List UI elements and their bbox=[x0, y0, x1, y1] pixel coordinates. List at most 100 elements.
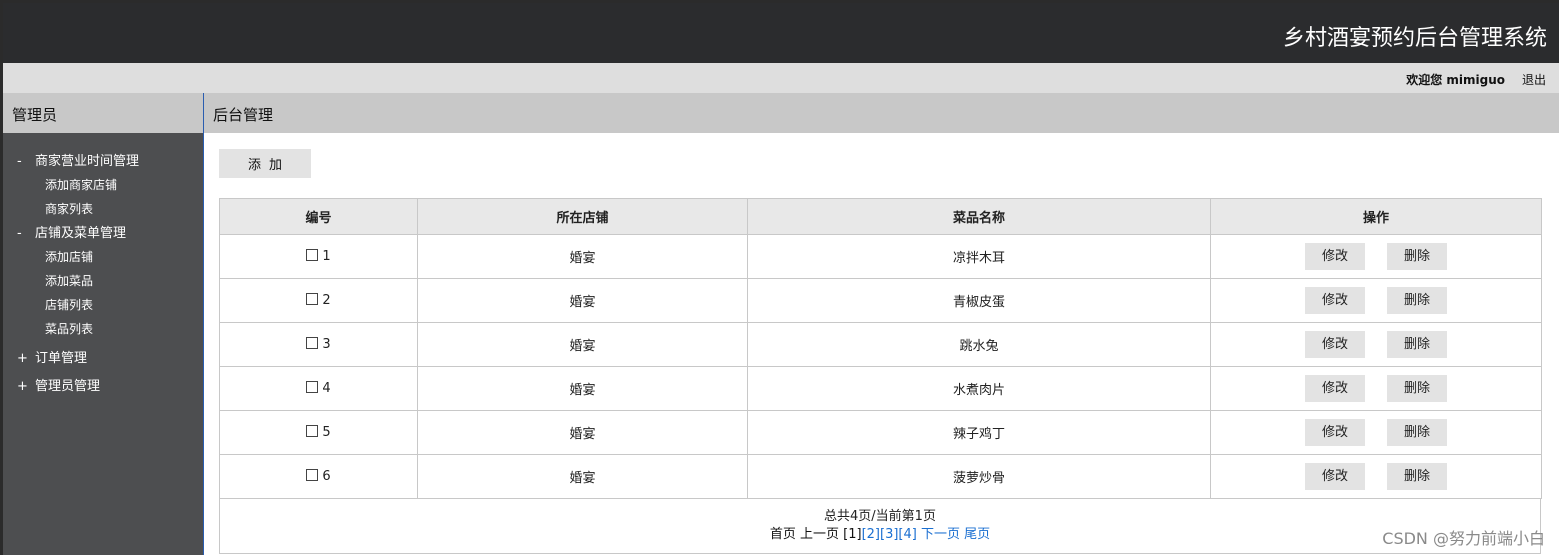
shop-cell: 婚宴 bbox=[417, 278, 748, 323]
shop-cell: 婚宴 bbox=[417, 410, 748, 455]
menu-group-orders[interactable]: + 订单管理 bbox=[3, 345, 203, 373]
row-id: 2 bbox=[322, 293, 331, 308]
edit-button[interactable]: 修改 bbox=[1305, 331, 1365, 358]
first-page-link[interactable]: 首页 bbox=[770, 527, 796, 542]
menu-group-label: 订单管理 bbox=[35, 351, 88, 366]
page-link-2[interactable]: [2] bbox=[862, 527, 880, 542]
delete-button[interactable]: 删除 bbox=[1387, 243, 1447, 270]
id-cell: 4 bbox=[219, 366, 418, 411]
dish-table: 编号 所在店铺 菜品名称 操作 1 婚宴 凉拌木耳 修改 删除 2 婚宴 青椒皮蛋… bbox=[219, 198, 1542, 499]
row-checkbox[interactable] bbox=[306, 337, 319, 349]
id-cell: 3 bbox=[219, 322, 418, 367]
sidebar-item-shop-list[interactable]: 店铺列表 bbox=[3, 297, 203, 321]
row-checkbox[interactable] bbox=[306, 425, 319, 437]
actions-cell: 修改 删除 bbox=[1210, 278, 1542, 323]
delete-button[interactable]: 删除 bbox=[1387, 331, 1447, 358]
table-row: 6 婚宴 菠萝炒骨 修改 删除 bbox=[219, 454, 1542, 499]
column-header-dish: 菜品名称 bbox=[747, 198, 1211, 235]
main-heading: 后台管理 bbox=[204, 93, 1559, 133]
dish-cell: 青椒皮蛋 bbox=[747, 278, 1211, 323]
current-page: [1] bbox=[843, 527, 862, 542]
edit-button[interactable]: 修改 bbox=[1305, 375, 1365, 402]
table-row: 1 婚宴 凉拌木耳 修改 删除 bbox=[219, 234, 1542, 279]
sidebar-item-merchant-list[interactable]: 商家列表 bbox=[3, 201, 203, 225]
collapse-icon: - bbox=[17, 154, 22, 169]
row-checkbox[interactable] bbox=[306, 293, 319, 305]
shop-cell: 婚宴 bbox=[417, 322, 748, 367]
menu-group-merchant-hours[interactable]: - 商家营业时间管理 bbox=[3, 153, 203, 177]
expand-icon: + bbox=[17, 379, 28, 394]
column-header-shop: 所在店铺 bbox=[417, 198, 748, 235]
edit-button[interactable]: 修改 bbox=[1305, 419, 1365, 446]
actions-cell: 修改 删除 bbox=[1210, 322, 1542, 367]
add-button[interactable]: 添加 bbox=[219, 149, 311, 178]
menu-group-label: 商家营业时间管理 bbox=[35, 154, 140, 169]
menu-group-admins[interactable]: + 管理员管理 bbox=[3, 373, 203, 401]
edit-button[interactable]: 修改 bbox=[1305, 287, 1365, 314]
sidebar: 管理员 - 商家营业时间管理 添加商家店铺 商家列表 - 店铺及菜单管理 添加店铺 … bbox=[3, 93, 203, 555]
id-cell: 5 bbox=[219, 410, 418, 455]
menu-group-shop-menu[interactable]: - 店铺及菜单管理 bbox=[3, 225, 203, 249]
table-row: 2 婚宴 青椒皮蛋 修改 删除 bbox=[219, 278, 1542, 323]
row-id: 5 bbox=[322, 425, 331, 440]
actions-cell: 修改 删除 bbox=[1210, 454, 1542, 499]
row-id: 1 bbox=[322, 249, 331, 264]
pagination-summary: 总共4页/当前第1页 bbox=[824, 509, 936, 524]
dish-cell: 跳水兔 bbox=[747, 322, 1211, 367]
table-row: 4 婚宴 水煮肉片 修改 删除 bbox=[219, 366, 1542, 411]
delete-button[interactable]: 删除 bbox=[1387, 375, 1447, 402]
id-cell: 2 bbox=[219, 278, 418, 323]
edit-button[interactable]: 修改 bbox=[1305, 463, 1365, 490]
pagination: 总共4页/当前第1页 首页 上一页 [1][2][3][4] 下一页 尾页 bbox=[219, 498, 1541, 554]
sidebar-menu: - 商家营业时间管理 添加商家店铺 商家列表 - 店铺及菜单管理 添加店铺 添加菜品… bbox=[3, 133, 203, 401]
main-content: 后台管理 添加 编号 所在店铺 菜品名称 操作 1 婚宴 凉拌木耳 修改 删除 2… bbox=[204, 93, 1559, 555]
user-bar: 欢迎您 mimiguo 退出 bbox=[3, 63, 1559, 93]
table-row: 5 婚宴 辣子鸡丁 修改 删除 bbox=[219, 410, 1542, 455]
dish-cell: 菠萝炒骨 bbox=[747, 454, 1211, 499]
delete-button[interactable]: 删除 bbox=[1387, 419, 1447, 446]
row-id: 3 bbox=[322, 337, 331, 352]
table-row: 3 婚宴 跳水兔 修改 删除 bbox=[219, 322, 1542, 367]
row-checkbox[interactable] bbox=[306, 249, 319, 261]
row-checkbox[interactable] bbox=[306, 469, 319, 481]
menu-group-label: 管理员管理 bbox=[35, 379, 101, 394]
row-id: 6 bbox=[322, 469, 331, 484]
welcome-text: 欢迎您 mimiguo bbox=[1406, 73, 1505, 87]
sidebar-item-add-shop[interactable]: 添加店铺 bbox=[3, 249, 203, 273]
last-page-link[interactable]: 尾页 bbox=[964, 527, 990, 542]
id-cell: 6 bbox=[219, 454, 418, 499]
sidebar-item-add-dish[interactable]: 添加菜品 bbox=[3, 273, 203, 297]
watermark: CSDN @努力前端小白 bbox=[1382, 529, 1545, 548]
edit-button[interactable]: 修改 bbox=[1305, 243, 1365, 270]
app-title: 乡村酒宴预约后台管理系统 bbox=[1282, 26, 1547, 51]
id-cell: 1 bbox=[219, 234, 418, 279]
next-page-link[interactable]: 下一页 bbox=[921, 527, 960, 542]
logout-link[interactable]: 退出 bbox=[1522, 71, 1546, 88]
prev-page-link[interactable]: 上一页 bbox=[800, 527, 839, 542]
sidebar-heading: 管理员 bbox=[3, 93, 203, 133]
menu-group-label: 店铺及菜单管理 bbox=[35, 226, 127, 241]
collapse-icon: - bbox=[17, 226, 22, 241]
dish-cell: 凉拌木耳 bbox=[747, 234, 1211, 279]
dish-cell: 水煮肉片 bbox=[747, 366, 1211, 411]
actions-cell: 修改 删除 bbox=[1210, 366, 1542, 411]
page-link-3[interactable]: [3] bbox=[880, 527, 898, 542]
row-checkbox[interactable] bbox=[306, 381, 319, 393]
row-id: 4 bbox=[322, 381, 331, 396]
shop-cell: 婚宴 bbox=[417, 234, 748, 279]
column-header-id: 编号 bbox=[219, 198, 418, 235]
page-link-4[interactable]: [4] bbox=[898, 527, 916, 542]
app-header: 乡村酒宴预约后台管理系统 bbox=[3, 3, 1559, 63]
actions-cell: 修改 删除 bbox=[1210, 410, 1542, 455]
sidebar-item-dish-list[interactable]: 菜品列表 bbox=[3, 321, 203, 345]
sidebar-item-add-merchant-shop[interactable]: 添加商家店铺 bbox=[3, 177, 203, 201]
dish-cell: 辣子鸡丁 bbox=[747, 410, 1211, 455]
shop-cell: 婚宴 bbox=[417, 366, 748, 411]
table-header-row: 编号 所在店铺 菜品名称 操作 bbox=[219, 198, 1542, 235]
delete-button[interactable]: 删除 bbox=[1387, 463, 1447, 490]
actions-cell: 修改 删除 bbox=[1210, 234, 1542, 279]
shop-cell: 婚宴 bbox=[417, 454, 748, 499]
expand-icon: + bbox=[17, 351, 28, 366]
delete-button[interactable]: 删除 bbox=[1387, 287, 1447, 314]
pagination-links: 首页 上一页 [1][2][3][4] 下一页 尾页 bbox=[220, 526, 1540, 544]
